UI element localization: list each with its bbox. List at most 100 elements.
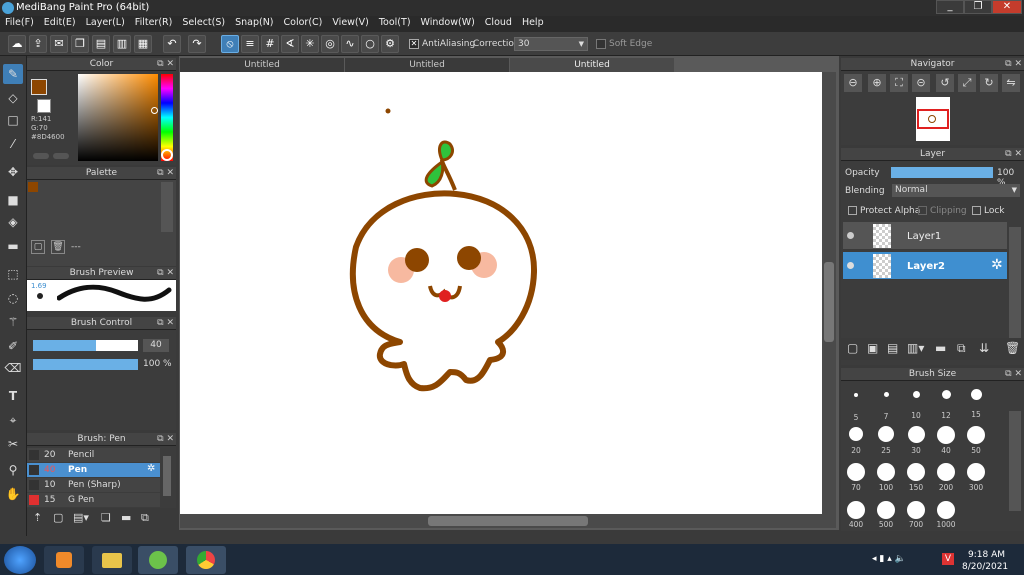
hue-handle[interactable] <box>161 149 173 161</box>
brush-size-slider[interactable] <box>33 340 138 351</box>
page-icon[interactable]: ▥ <box>113 35 131 53</box>
hand-tool-icon[interactable]: ✋ <box>3 484 23 504</box>
perspective-snap-icon[interactable]: ∢ <box>281 35 299 53</box>
brush-opacity-slider[interactable] <box>33 359 138 370</box>
curve-snap-icon[interactable]: ∿ <box>341 35 359 53</box>
zoom-reset-icon[interactable]: ⊝ <box>912 74 930 92</box>
tab-untitled-2[interactable]: Untitled <box>345 58 509 72</box>
panel-controls-icon[interactable]: ⧉ ✕ <box>1005 58 1022 71</box>
trash-icon[interactable]: 🗑 <box>1005 341 1020 355</box>
maximize-button[interactable]: ❐ <box>964 0 992 14</box>
duplicate-icon[interactable]: ⧉ <box>141 511 149 525</box>
grid-icon[interactable]: ▦ <box>134 35 152 53</box>
primary-color-swatch[interactable] <box>31 79 47 95</box>
move-tool-icon[interactable]: ✥ <box>3 162 23 182</box>
select-tool-icon[interactable]: ⬚ <box>3 264 23 284</box>
panel-controls-icon[interactable]: ⧉ ✕ <box>157 433 174 446</box>
color-swap-button[interactable] <box>53 153 69 159</box>
brush-list-scrollbar[interactable] <box>163 456 171 496</box>
brush-size-12[interactable]: 12 <box>932 390 960 420</box>
panel-controls-icon[interactable]: ⧉ ✕ <box>157 267 174 280</box>
brush-size-10[interactable]: 10 <box>902 391 930 420</box>
menu-snap[interactable]: Snap(N) <box>230 16 278 29</box>
brush-size-100[interactable]: 100 <box>872 463 900 492</box>
menu-layer[interactable]: Layer(L) <box>81 16 130 29</box>
add-brush-icon[interactable]: ⇡ <box>33 511 42 524</box>
share-icon[interactable]: ⇪ <box>29 35 47 53</box>
new-palette-icon[interactable]: ▢ <box>31 240 45 254</box>
lasso-tool-icon[interactable]: ◌ <box>3 288 23 308</box>
brush-size-50[interactable]: 50 <box>962 426 990 455</box>
trash-icon[interactable]: 🗑 <box>51 240 65 254</box>
tab-untitled-3[interactable]: Untitled <box>510 58 674 72</box>
taskbar-chrome-icon[interactable] <box>186 546 226 574</box>
brush-size-30[interactable]: 30 <box>902 426 930 455</box>
add-layer-menu-icon[interactable]: ▥▾ <box>907 341 924 355</box>
menu-color[interactable]: Color(C) <box>279 16 328 29</box>
brush-item-g-pen[interactable]: 15 G Pen <box>27 493 160 507</box>
cloud-icon[interactable]: ☁ <box>8 35 26 53</box>
layer-row-layer1[interactable]: Layer1 <box>843 222 1007 250</box>
clipping-checkbox[interactable] <box>918 206 927 215</box>
brush-size-400[interactable]: 400 <box>842 501 870 529</box>
brush-size-1000[interactable]: 1000 <box>932 501 960 529</box>
panel-controls-icon[interactable]: ⧉ ✕ <box>1005 148 1022 161</box>
brush-menu-icon[interactable]: ▤▾ <box>73 511 89 524</box>
undo-icon[interactable]: ↶ <box>163 35 181 53</box>
brush-size-70[interactable]: 70 <box>842 463 870 492</box>
brush-size-200[interactable]: 200 <box>932 463 960 492</box>
protect-alpha-checkbox[interactable] <box>848 206 857 215</box>
brush-size-value[interactable]: 40 <box>143 339 169 352</box>
menu-edit[interactable]: Edit(E) <box>39 16 81 29</box>
horizontal-scroll-thumb[interactable] <box>428 516 588 526</box>
menu-tool[interactable]: Tool(T) <box>374 16 416 29</box>
blending-select[interactable]: Normal ▼ <box>892 184 1020 197</box>
panel-controls-icon[interactable]: ⧉ ✕ <box>157 58 174 71</box>
start-button[interactable] <box>4 546 36 574</box>
brush-size-300[interactable]: 300 <box>962 463 990 492</box>
eye-icon[interactable] <box>847 262 854 269</box>
soft-edge-checkbox[interactable] <box>596 39 606 49</box>
brush-size-scrollbar[interactable] <box>1009 411 1021 511</box>
palette-swatch[interactable] <box>28 182 38 192</box>
color-picker-cursor[interactable] <box>151 107 158 114</box>
layer-scrollbar[interactable] <box>1009 227 1021 343</box>
rotate-right-icon[interactable]: ↻ <box>980 74 998 92</box>
duplicate-layer-icon[interactable]: ⧉ <box>957 341 966 356</box>
flip-icon[interactable]: ⇋ <box>1002 74 1020 92</box>
grid-snap-icon[interactable]: # <box>261 35 279 53</box>
antialiasing-checkbox[interactable]: ✕ <box>409 39 419 49</box>
brush-size-15[interactable]: 15 <box>962 389 990 419</box>
menu-select[interactable]: Select(S) <box>177 16 230 29</box>
zoom-out-icon[interactable]: ⊖ <box>844 74 862 92</box>
redo-icon[interactable]: ↷ <box>188 35 206 53</box>
gear-icon[interactable]: ✲ <box>991 257 1003 273</box>
divide-tool-icon[interactable]: ✂ <box>3 434 23 454</box>
menu-filter[interactable]: Filter(R) <box>130 16 178 29</box>
brush-size-25[interactable]: 25 <box>872 426 900 455</box>
layer-opacity-slider[interactable] <box>891 167 993 178</box>
menu-window[interactable]: Window(W) <box>416 16 480 29</box>
select-eraser-tool-icon[interactable]: ⌫ <box>3 358 23 378</box>
select-pen-tool-icon[interactable]: ✐ <box>3 336 23 356</box>
horizontal-scrollbar[interactable] <box>180 514 836 528</box>
magic-wand-tool-icon[interactable]: ⚚ <box>3 312 23 332</box>
menu-cloud[interactable]: Cloud <box>480 16 517 29</box>
eyedropper-tool-icon[interactable]: ⚲ <box>3 460 23 480</box>
brush-item-pencil[interactable]: 20 Pencil <box>27 448 160 462</box>
zoom-in-icon[interactable]: ⊕ <box>868 74 886 92</box>
folder-icon[interactable]: ▬ <box>935 341 946 355</box>
panel-controls-icon[interactable]: ⧉ ✕ <box>157 317 174 330</box>
brush-item-pen[interactable]: 40 Pen ✲ <box>27 463 160 477</box>
saturation-value-picker[interactable] <box>78 74 158 161</box>
gradient-tool-icon[interactable]: ▬ <box>3 236 23 256</box>
brush-copy-icon[interactable]: ❏ <box>101 511 111 524</box>
color-mode-button[interactable] <box>33 153 49 159</box>
operation-tool-icon[interactable]: ⌖ <box>3 410 23 430</box>
drawing-canvas[interactable] <box>180 72 822 514</box>
fit-screen-icon[interactable]: ⤢ <box>958 74 976 92</box>
brush-size-700[interactable]: 700 <box>902 501 930 529</box>
document-icon[interactable]: ▤ <box>92 35 110 53</box>
navigator-thumbnail[interactable] <box>916 97 950 141</box>
menu-file[interactable]: File(F) <box>0 16 39 29</box>
